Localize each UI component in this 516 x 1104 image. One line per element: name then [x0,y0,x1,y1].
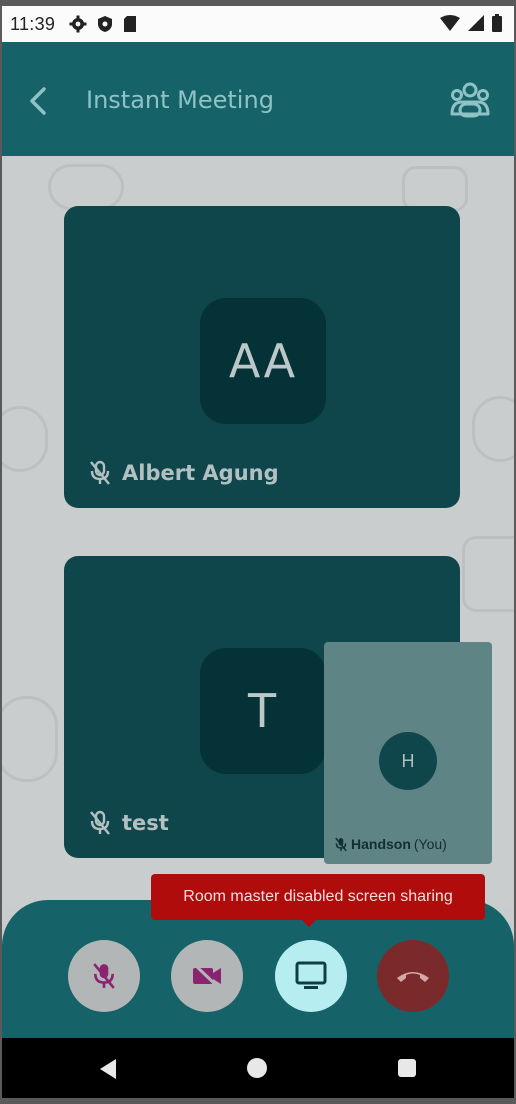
status-bar: 11:39 [2,6,514,42]
hang-up-button[interactable] [377,940,449,1012]
recents-nav-icon[interactable] [398,1059,416,1077]
page-title: Instant Meeting [86,86,274,114]
app-bar: Instant Meeting [2,42,514,156]
participant-label: test [88,810,169,836]
background-doodle [462,536,514,612]
background-doodle [48,164,124,210]
back-nav-icon[interactable] [98,1058,118,1080]
people-icon[interactable] [448,80,492,120]
background-doodle [472,396,514,462]
participant-label: Albert Agung [88,460,279,486]
self-view-suffix: (You) [413,836,447,852]
status-icons-left [69,15,137,33]
self-view-label: Handson (You) [334,836,447,852]
avatar: AA [200,298,326,424]
background-doodle [2,696,58,782]
status-time: 11:39 [10,13,56,34]
participant-tile[interactable]: AA Albert Agung [64,206,460,508]
camera-button[interactable] [171,940,243,1012]
self-view-tile[interactable]: H Handson (You) [324,642,492,864]
self-view-name: Handson [351,836,411,852]
call-controls-bar [2,900,514,1040]
home-nav-icon[interactable] [247,1058,267,1078]
participant-name: Albert Agung [122,461,279,485]
phone-hangup-icon [397,972,429,982]
shield-icon [98,16,113,32]
screen-share-icon [295,961,327,989]
status-icons-right [440,14,502,32]
settings-icon [69,15,87,33]
toast-message: Room master disabled screen sharing [151,874,485,920]
system-nav-bar [2,1038,514,1098]
mic-off-icon [93,963,115,989]
video-off-icon [192,963,221,989]
toast-pointer [300,918,318,927]
chevron-left-icon[interactable] [24,86,54,116]
mute-button[interactable] [68,940,140,1012]
wifi-icon [440,15,460,31]
mic-off-icon [90,810,110,835]
mic-off-icon [335,837,347,851]
video-grid: AA Albert Agung T test H Handson (You) [2,156,514,906]
background-doodle [2,406,48,472]
participant-name: test [122,811,169,835]
screen-share-button[interactable] [275,940,347,1012]
avatar: T [200,648,326,774]
signal-icon [468,15,484,31]
avatar: H [379,732,437,790]
phone-screen: 11:39 Instant Meeting AA Albert Agung T … [2,6,514,1098]
battery-icon [492,14,502,32]
sd-card-icon [124,16,137,32]
mic-off-icon [90,460,110,485]
